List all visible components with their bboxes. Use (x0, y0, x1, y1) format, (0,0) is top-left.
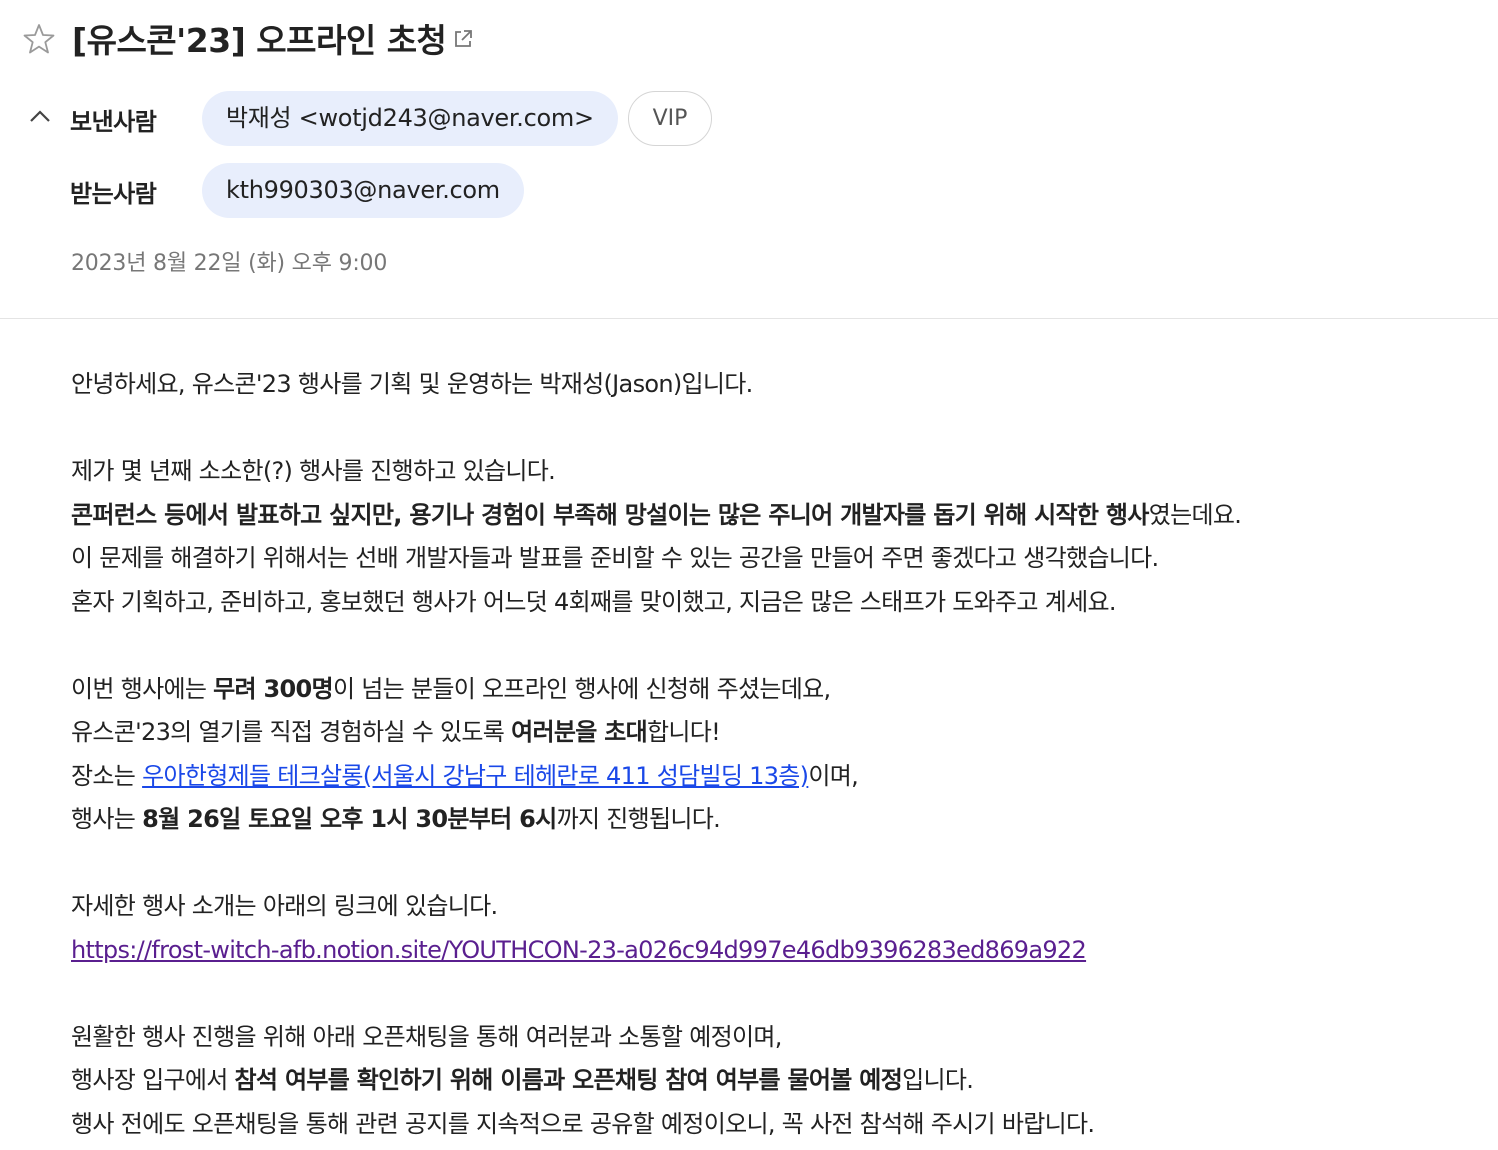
body-line: 제가 몇 년째 소소한(?) 행사를 진행하고 있습니다. (71, 457, 556, 485)
recipient-chip[interactable]: kth990303@naver.com (202, 163, 524, 218)
mail-header: [유스콘'23] 오프라인 초청 보낸사람 박재성 <wotjd243@nave… (0, 0, 1498, 318)
body-line: 행사장 입구에서 참석 여부를 확인하기 위해 이름과 오픈채팅 참여 여부를 … (71, 1066, 974, 1094)
recipient-label: 받는사람 (70, 180, 157, 208)
body-line: 안녕하세요, 유스콘'23 행사를 기획 및 운영하는 박재성(Jason)입니… (71, 370, 753, 398)
body-line: 행사는 8월 26일 토요일 오후 1시 30분부터 6시까지 진행됩니다. (71, 805, 721, 833)
mail-subject: [유스콘'23] 오프라인 초청 (72, 21, 447, 60)
sender-label: 보낸사람 (70, 108, 157, 136)
vip-button[interactable]: VIP (628, 91, 712, 146)
body-line: 자세한 행사 소개는 아래의 링크에 있습니다. (71, 892, 498, 920)
body-line: 이 문제를 해결하기 위해서는 선배 개발자들과 발표를 준비할 수 있는 공간… (71, 544, 1159, 572)
event-info-link[interactable]: https://frost-witch-afb.notion.site/YOUT… (71, 936, 1087, 964)
body-line: 혼자 기획하고, 준비하고, 홍보했던 행사가 어느덧 4회째를 맞이했고, 지… (71, 587, 1116, 616)
body-line: 행사 전에도 오픈채팅을 통해 관련 공지를 지속적으로 공유할 예정이오니, … (71, 1109, 1095, 1138)
header-divider (0, 318, 1498, 319)
body-line: 이번 행사에는 무려 300명이 넘는 분들이 오프라인 행사에 신청해 주셨는… (71, 674, 831, 703)
body-line: https://frost-witch-afb.notion.site/YOUT… (71, 929, 1481, 973)
body-line: 원활한 행사 진행을 위해 아래 오픈채팅을 통해 여러분과 소통할 예정이며, (71, 1022, 782, 1051)
body-line: 콘퍼런스 등에서 발표하고 싶지만, 용기나 경험이 부족해 망설이는 많은 주… (71, 500, 1242, 529)
sent-date: 2023년 8월 22일 (화) 오후 9:00 (71, 251, 388, 276)
star-icon[interactable] (22, 22, 56, 56)
chevron-up-icon[interactable] (29, 109, 51, 123)
body-line: 장소는 우아한형제들 테크살롱(서울시 강남구 테헤란로 411 성담빌딩 13… (71, 761, 859, 790)
open-new-window-icon[interactable] (452, 28, 474, 50)
mail-body: 안녕하세요, 유스콘'23 행사를 기획 및 운영하는 박재성(Jason)입니… (71, 363, 1481, 1146)
sender-chip[interactable]: 박재성 <wotjd243@naver.com> (202, 91, 618, 146)
venue-link[interactable]: 우아한형제들 테크살롱(서울시 강남구 테헤란로 411 성담빌딩 13층) (142, 762, 809, 790)
body-line: 유스콘'23의 열기를 직접 경험하실 수 있도록 여러분을 초대합니다! (71, 718, 721, 746)
